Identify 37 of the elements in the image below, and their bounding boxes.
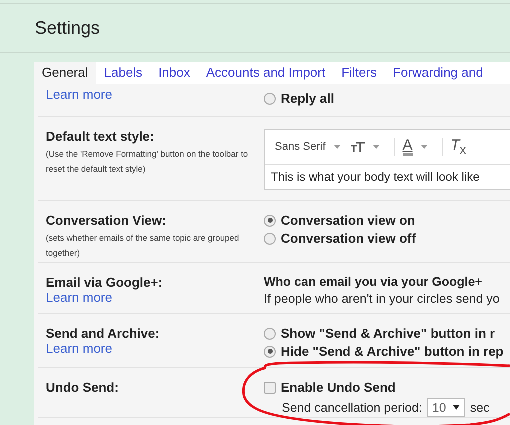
setting-label: Email via Google+: <box>46 275 163 290</box>
setting-heading: Who can email you via your Google+ <box>264 275 484 289</box>
radio-option[interactable]: Hide "Send & Archive" button in rep <box>264 344 510 359</box>
settings-tab[interactable]: General <box>34 62 96 84</box>
setting-note: (Use the 'Remove Formatting' button on the toolbar to reset the default text style) <box>46 148 250 176</box>
setting-label: Conversation View: <box>46 213 166 228</box>
period-select[interactable]: 10 <box>427 398 466 417</box>
radio-button[interactable] <box>264 92 276 104</box>
radio-button[interactable] <box>264 214 276 226</box>
remove-formatting-icon[interactable]: T$_{x}$ <box>450 137 466 157</box>
setting-label: Undo Send: <box>46 380 119 395</box>
setting-description: If people who aren't in your circles send yo <box>264 292 501 306</box>
radio-button[interactable] <box>264 328 276 340</box>
period-label: Send cancellation period: <box>282 400 422 414</box>
text-size-icon[interactable] <box>350 142 365 152</box>
checkbox[interactable] <box>264 382 276 394</box>
font-dropdown[interactable]: Sans Serif <box>275 141 326 153</box>
radio-option[interactable]: Show "Send & Archive" button in r <box>264 326 510 341</box>
radio-option[interactable]: Conversation view on <box>264 213 510 228</box>
period-unit: sec <box>470 400 490 414</box>
learn-more-link[interactable]: Learn more <box>46 87 112 102</box>
sample-text: This is what your body text will look like <box>270 169 481 186</box>
radio-option[interactable]: Reply all <box>264 91 510 106</box>
page-title: Settings <box>35 18 100 38</box>
radio-button[interactable] <box>264 232 276 244</box>
setting-label: Default text style: <box>46 129 154 144</box>
radio-option[interactable]: Conversation view off <box>264 231 510 246</box>
setting-note: (sets whether emails of the same topic are grouped together) <box>46 232 240 260</box>
learn-more-link[interactable]: Learn more <box>46 290 112 305</box>
learn-more-link[interactable]: Learn more <box>46 341 112 356</box>
dropdown-arrow-icon <box>453 405 460 410</box>
caret-icon <box>372 145 380 149</box>
radio-button[interactable] <box>264 346 276 358</box>
caret-icon <box>334 145 341 149</box>
checkbox-option[interactable]: Enable Undo Send <box>264 380 510 395</box>
setting-label: Send and Archive: <box>46 326 160 341</box>
caret-icon <box>420 145 428 149</box>
